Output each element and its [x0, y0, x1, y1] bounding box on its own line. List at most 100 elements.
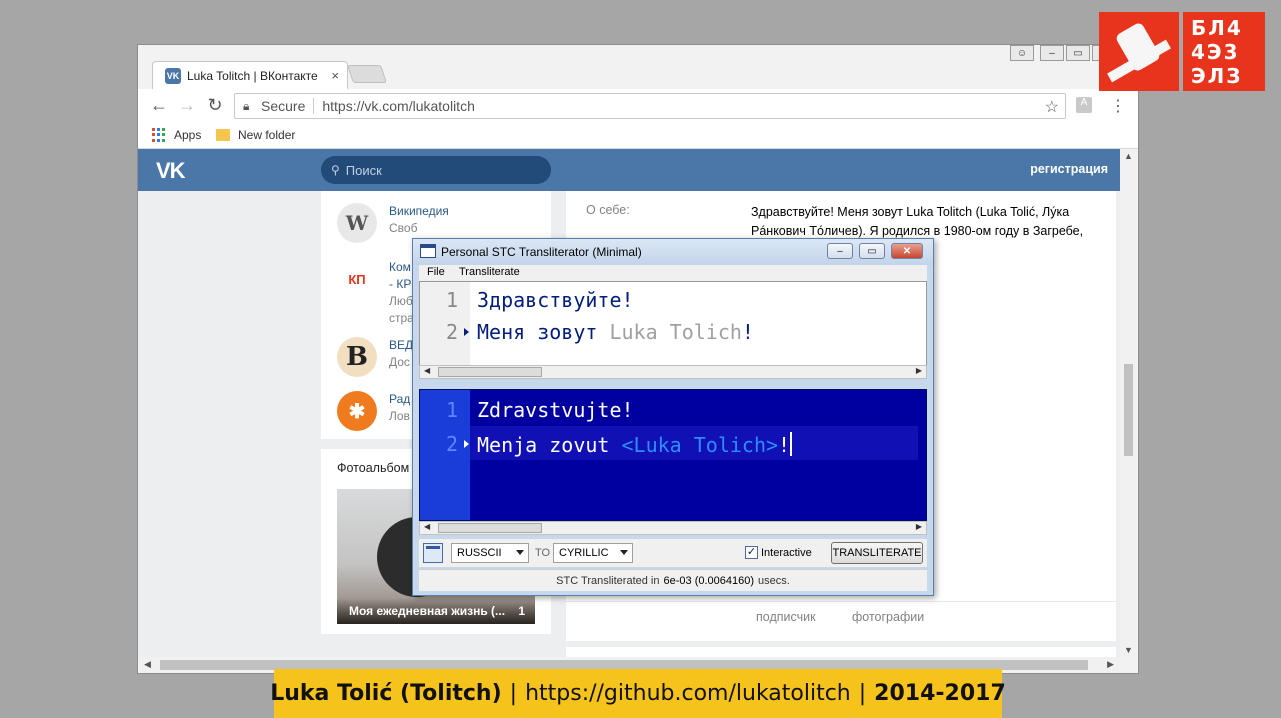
output-line: Menja zovut <Luka Tolich>!: [477, 432, 793, 457]
stc-close-icon[interactable]: ✕: [891, 243, 923, 259]
menu-file[interactable]: File: [427, 266, 445, 278]
chevron-down-icon: [516, 550, 524, 555]
line-number: 2: [445, 432, 458, 456]
about-label: О себе:: [586, 203, 630, 217]
photo-count: 1: [518, 604, 525, 618]
bookmark-apps[interactable]: Apps: [152, 128, 201, 142]
scroll-left-icon[interactable]: ◀: [424, 366, 430, 375]
bookmarks-bar: Apps New folder: [138, 123, 1138, 149]
url-text: https://vk.com/lukatolitch: [322, 98, 475, 114]
scroll-right-icon[interactable]: ▶: [916, 366, 922, 375]
folder-icon: [216, 129, 230, 141]
vertical-scrollbar[interactable]: ▲ ▼: [1120, 149, 1138, 657]
tab-strip: VK Luka Tolitch | ВКонтакте × ☺ – ▭ ✕: [138, 45, 1138, 89]
photo-caption: Моя ежедневная жизнь (... 1: [337, 598, 535, 624]
scroll-left-icon[interactable]: ◀: [424, 522, 430, 531]
from-value: RUSSCII: [457, 547, 502, 559]
pdf-extension-icon[interactable]: A: [1076, 97, 1092, 113]
line-number: 1: [445, 288, 458, 312]
address-bar[interactable]: 🔒︎ Secure https://vk.com/lukatolitch ☆: [234, 93, 1066, 119]
maximize-icon[interactable]: ▭: [1066, 45, 1090, 61]
stc-minimize-icon[interactable]: –: [827, 243, 853, 259]
back-arrow-icon[interactable]: ←: [148, 95, 170, 116]
line-number: 1: [445, 398, 458, 422]
app-window-icon: [420, 244, 436, 258]
scroll-thumb[interactable]: [438, 367, 542, 377]
new-tab-button[interactable]: [347, 65, 387, 83]
transliterate-button[interactable]: TRANSLITERATE: [831, 542, 923, 564]
vedomosti-icon: B: [337, 337, 377, 377]
photos-label[interactable]: фотографии: [852, 610, 924, 624]
about-line: Здравствуйте! Меня зовут Luka Tolitch (L…: [751, 205, 1070, 219]
link-desc: Своб: [389, 221, 418, 235]
scroll-up-icon[interactable]: ▲: [1124, 151, 1133, 161]
output-editor[interactable]: 1 2 Zdravstvujte! Menja zovut <Luka Toli…: [419, 389, 927, 521]
stc-menubar: File Transliterate: [419, 265, 927, 281]
bookmark-label: Apps: [174, 128, 202, 142]
stc-titlebar[interactable]: Personal STC Transliterator (Minimal) – …: [413, 239, 933, 265]
text-logo: БЛ4 4Э3 ЭЛЗ: [1183, 12, 1265, 91]
to-label: TO: [535, 547, 551, 559]
vk-header: VK ⚲ Поиск регистрация: [138, 149, 1120, 191]
photos-title[interactable]: Фотоальбом: [337, 461, 409, 475]
minimize-icon[interactable]: –: [1040, 45, 1064, 61]
link-item-kp[interactable]: КП Ком - КР Любо стра: [337, 259, 419, 327]
scroll-thumb[interactable]: [438, 523, 542, 533]
register-link[interactable]: регистрация: [1030, 162, 1108, 176]
text-cursor: [790, 432, 793, 456]
stc-maximize-icon[interactable]: ▭: [859, 243, 885, 259]
scroll-down-icon[interactable]: ▼: [1124, 645, 1133, 655]
status-suffix: usecs.: [758, 574, 790, 587]
satellite-logo: [1099, 12, 1179, 91]
status-prefix: STC Transliterated in: [556, 574, 660, 587]
author-name: Luka Tolić (Tolitch): [270, 681, 502, 706]
bookmark-new-folder[interactable]: New folder: [216, 128, 295, 142]
logo-line: ЭЛЗ: [1191, 64, 1243, 88]
scroll-left-icon[interactable]: ◀: [144, 659, 151, 670]
address-separator: [313, 98, 315, 114]
input-line: Меня зовут Luka Tolich!: [477, 320, 754, 344]
wikipedia-icon: W: [337, 203, 377, 243]
to-value: CYRILLIC: [559, 547, 609, 559]
browser-toolbar: ← → ↻ 🔒︎ Secure https://vk.com/lukatolit…: [138, 89, 1138, 123]
reload-icon[interactable]: ↻: [204, 95, 226, 116]
tab-close-icon[interactable]: ×: [331, 68, 339, 83]
photo-caption-text: Моя ежедневная жизнь (...: [349, 604, 506, 618]
input-line: Здравствуйте!: [477, 288, 634, 312]
stc-controls: RUSSCII TO CYRILLIC ✓ Interactive TRANSL…: [419, 539, 927, 567]
years: 2014-2017: [874, 681, 1006, 706]
scroll-right-icon[interactable]: ▶: [1107, 659, 1114, 670]
vk-search-input[interactable]: ⚲ Поиск: [321, 156, 551, 184]
interactive-checkbox[interactable]: ✓: [745, 546, 758, 559]
fold-marker-icon: [464, 328, 469, 336]
browser-tab[interactable]: VK Luka Tolitch | ВКонтакте ×: [152, 61, 348, 89]
bookmark-label: New folder: [238, 128, 296, 142]
link-item-radio[interactable]: ✱ Рад Лов: [337, 391, 410, 431]
line-number: 2: [445, 320, 458, 344]
vk-logo[interactable]: VK: [156, 158, 186, 184]
profile-icon[interactable]: ☺: [1010, 45, 1034, 61]
calendar-icon[interactable]: [423, 543, 443, 563]
secure-label: Secure: [261, 98, 306, 114]
from-select[interactable]: RUSSCII: [451, 543, 529, 563]
subscribers-label[interactable]: подписчик: [756, 610, 816, 624]
apps-grid-icon: [152, 128, 166, 142]
to-select[interactable]: CYRILLIC: [553, 543, 633, 563]
output-line: Zdravstvujte!: [477, 398, 634, 422]
link-title: Рад: [389, 392, 411, 406]
search-icon: ⚲: [331, 163, 340, 177]
bookmark-star-icon[interactable]: ☆: [1045, 97, 1059, 117]
banner-separator: |: [509, 681, 518, 706]
link-item-vedomosti[interactable]: B ВЕД Дос: [337, 337, 413, 377]
scroll-thumb[interactable]: [1124, 364, 1133, 456]
scroll-right-icon[interactable]: ▶: [916, 522, 922, 531]
input-hscrollbar[interactable]: ◀ ▶: [419, 365, 927, 379]
logo-line: 4Э3: [1191, 40, 1240, 64]
forward-arrow-icon[interactable]: →: [176, 95, 198, 116]
menu-dots-icon[interactable]: ⋮: [1110, 96, 1126, 116]
fold-marker-icon: [464, 440, 469, 448]
link-item-wikipedia[interactable]: W Википедия Своб: [337, 203, 449, 243]
link-title: Википедия: [389, 204, 449, 218]
menu-transliterate[interactable]: Transliterate: [459, 266, 520, 278]
output-hscrollbar[interactable]: ◀ ▶: [419, 521, 927, 535]
